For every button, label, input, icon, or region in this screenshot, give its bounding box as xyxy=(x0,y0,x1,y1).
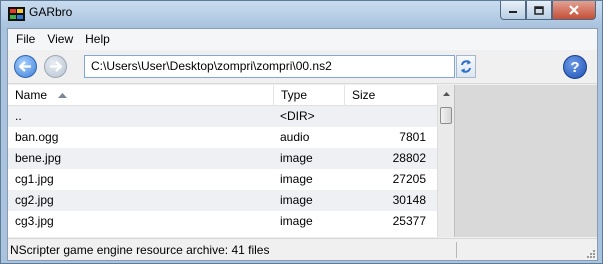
column-type-label: Type xyxy=(281,88,308,102)
row-size: 30148 xyxy=(392,193,426,207)
maximize-button[interactable] xyxy=(526,1,552,20)
list-row[interactable]: ban.ogg audio 7801 xyxy=(8,127,437,148)
scroll-thumb[interactable] xyxy=(440,107,452,124)
minimize-button[interactable] xyxy=(500,1,526,20)
scroll-up-arrow-icon xyxy=(442,91,450,96)
help-button[interactable]: ? xyxy=(563,55,587,79)
scroll-up-button[interactable] xyxy=(438,85,454,102)
row-type: image xyxy=(280,193,313,207)
minimize-icon xyxy=(509,11,517,13)
client-area: File View Help C:\Users\User\Desktop\zom… xyxy=(7,28,598,261)
row-name: .. xyxy=(15,109,22,123)
row-type: <DIR> xyxy=(280,109,315,123)
row-name: cg1.jpg xyxy=(15,172,54,186)
status-divider xyxy=(456,242,457,258)
vertical-scrollbar[interactable] xyxy=(437,85,454,237)
status-text: NScripter game engine resource archive: … xyxy=(10,243,270,257)
row-name: ban.ogg xyxy=(15,130,59,144)
list-row[interactable]: cg2.jpg image 30148 xyxy=(8,190,437,211)
row-type: audio xyxy=(280,130,310,144)
row-name: cg2.jpg xyxy=(15,193,54,207)
list-row[interactable]: cg3.jpg image 25377 xyxy=(8,211,437,232)
app-icon xyxy=(8,7,25,21)
refresh-button[interactable] xyxy=(456,55,476,78)
menu-file[interactable]: File xyxy=(10,29,41,50)
refresh-icon xyxy=(461,60,471,73)
menu-help[interactable]: Help xyxy=(79,29,116,50)
column-name-label: Name xyxy=(15,88,48,102)
back-button[interactable] xyxy=(14,55,37,78)
row-size xyxy=(345,106,436,127)
status-bar: NScripter game engine resource archive: … xyxy=(8,238,597,260)
close-icon xyxy=(569,5,579,15)
row-name: cg3.jpg xyxy=(15,214,54,228)
column-header-size[interactable]: Size xyxy=(345,85,436,106)
menu-view[interactable]: View xyxy=(41,29,79,50)
row-type: image xyxy=(280,151,313,165)
app-window: GARbro File View Help C:\Users\User\Desk… xyxy=(0,0,603,264)
column-header-name[interactable]: Name xyxy=(8,85,274,106)
window-title: GARbro xyxy=(29,5,73,19)
row-type: image xyxy=(280,214,313,228)
row-name: bene.jpg xyxy=(15,151,62,165)
sort-ascending-icon xyxy=(58,93,67,98)
forward-button[interactable] xyxy=(44,55,67,78)
row-size: 7801 xyxy=(399,130,426,144)
file-list: Name Type Size .. <DIR> ban.ogg audio 78… xyxy=(8,85,454,237)
toolbar: C:\Users\User\Desktop\zompri\zompri\00.n… xyxy=(8,50,597,84)
arrow-right-icon xyxy=(50,61,62,72)
list-row[interactable]: cg1.jpg image 27205 xyxy=(8,169,437,190)
list-header: Name Type Size xyxy=(8,85,437,106)
row-size: 28802 xyxy=(392,151,426,165)
help-icon: ? xyxy=(570,58,580,76)
close-button[interactable] xyxy=(552,1,596,20)
arrow-left-icon xyxy=(19,61,31,72)
preview-pane xyxy=(454,85,597,237)
path-input[interactable]: C:\Users\User\Desktop\zompri\zompri\00.n… xyxy=(84,55,455,78)
menu-bar: File View Help xyxy=(8,29,597,50)
row-type: image xyxy=(280,172,313,186)
list-row-parent-dir[interactable]: .. <DIR> xyxy=(8,106,437,127)
row-size: 25377 xyxy=(392,214,426,228)
resize-grip-icon[interactable] xyxy=(585,248,595,258)
column-header-type[interactable]: Type xyxy=(274,85,345,106)
title-bar[interactable]: GARbro xyxy=(1,1,602,27)
list-row[interactable]: bene.jpg image 28802 xyxy=(8,148,437,169)
row-size: 27205 xyxy=(392,172,426,186)
column-size-label: Size xyxy=(352,88,376,102)
list-rows: .. <DIR> ban.ogg audio 7801 bene.jpg ima… xyxy=(8,106,437,232)
maximize-icon xyxy=(534,5,544,15)
